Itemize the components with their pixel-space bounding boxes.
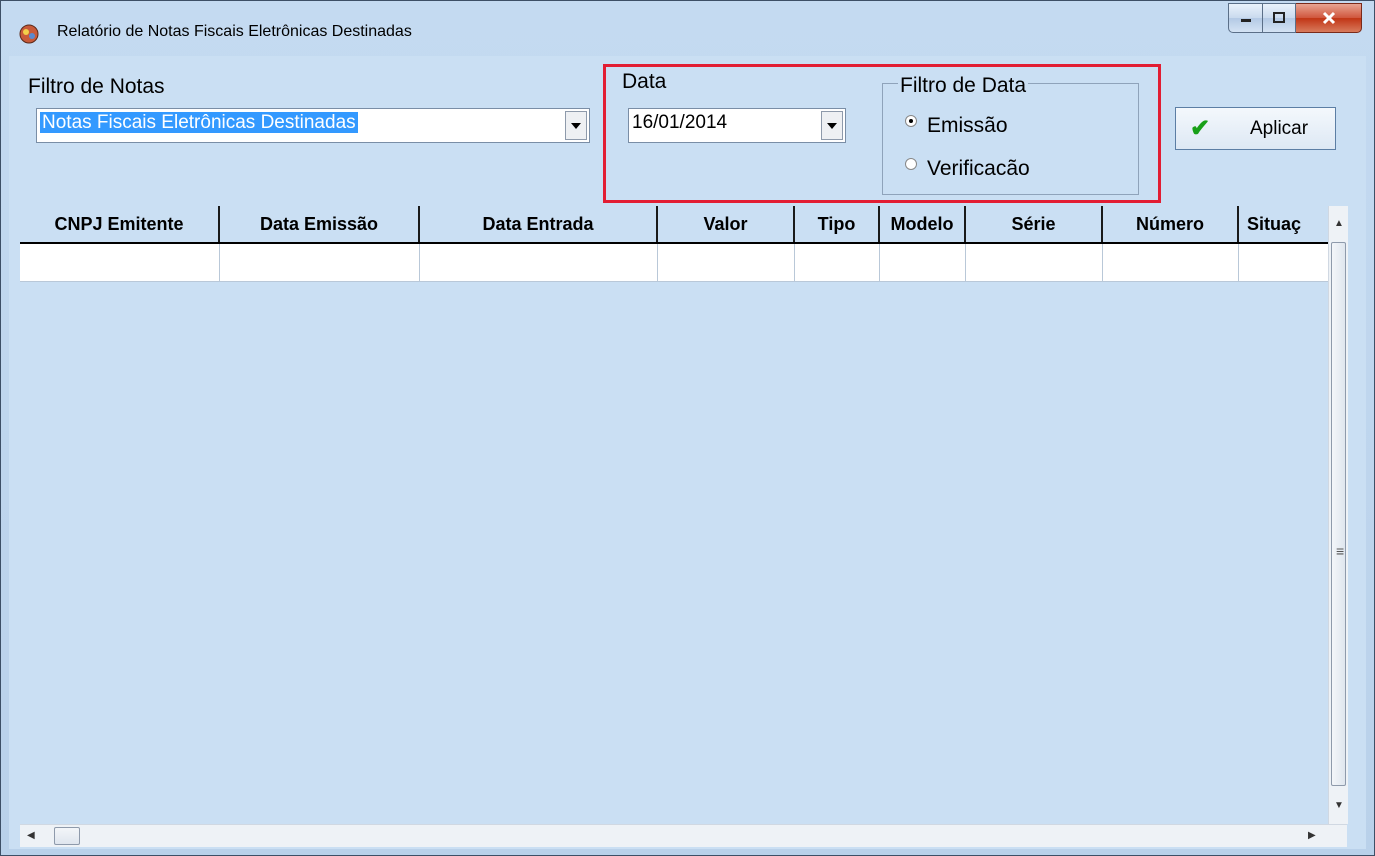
grid-header: CNPJ Emitente Data Emissão Data Entrada … bbox=[20, 206, 1328, 244]
minimize-button[interactable] bbox=[1228, 3, 1263, 33]
col-tipo[interactable]: Tipo bbox=[795, 206, 880, 242]
col-situacao[interactable]: Situaç bbox=[1239, 206, 1328, 242]
col-serie[interactable]: Série bbox=[966, 206, 1103, 242]
window-title: Relatório de Notas Fiscais Eletrônicas D… bbox=[57, 23, 412, 40]
filtro-data-title: Filtro de Data bbox=[898, 74, 1029, 98]
radio-selected-icon bbox=[905, 115, 917, 127]
radio-verificacao[interactable]: Verificacão bbox=[905, 157, 1030, 181]
filtro-notas-label: Filtro de Notas bbox=[28, 75, 165, 98]
app-icon bbox=[19, 24, 39, 44]
col-valor[interactable]: Valor bbox=[658, 206, 795, 242]
radio-emissao-label: Emissão bbox=[927, 114, 1008, 137]
vertical-scrollbar[interactable]: ▲ ≡ ▼ bbox=[1328, 206, 1348, 824]
data-value: 16/01/2014 bbox=[632, 112, 728, 133]
col-data-entrada[interactable]: Data Entrada bbox=[420, 206, 658, 242]
table-cell[interactable] bbox=[20, 244, 220, 281]
vertical-scroll-thumb[interactable]: ≡ bbox=[1331, 242, 1346, 786]
aplicar-label: Aplicar bbox=[1250, 117, 1309, 139]
minimize-icon bbox=[1240, 19, 1251, 22]
table-cell[interactable] bbox=[658, 244, 795, 281]
close-button[interactable] bbox=[1296, 3, 1362, 33]
table-cell[interactable] bbox=[420, 244, 658, 281]
data-label: Data bbox=[622, 70, 667, 93]
table-cell[interactable] bbox=[795, 244, 880, 281]
table-cell[interactable] bbox=[1239, 244, 1328, 281]
table-cell[interactable] bbox=[880, 244, 966, 281]
table-cell[interactable] bbox=[220, 244, 420, 281]
col-cnpj-emitente[interactable]: CNPJ Emitente bbox=[20, 206, 220, 242]
app-window: Relatório de Notas Fiscais Eletrônicas D… bbox=[0, 0, 1375, 856]
scroll-up-icon[interactable]: ▲ bbox=[1334, 218, 1344, 229]
scroll-left-icon[interactable]: ◀ bbox=[27, 830, 35, 841]
title-bar[interactable]: Relatório de Notas Fiscais Eletrônicas D… bbox=[1, 1, 1374, 56]
radio-unselected-icon bbox=[905, 158, 917, 170]
horizontal-scroll-thumb[interactable] bbox=[54, 827, 80, 845]
maximize-icon bbox=[1273, 12, 1285, 23]
chevron-down-icon bbox=[827, 122, 837, 129]
col-modelo[interactable]: Modelo bbox=[880, 206, 966, 242]
col-numero[interactable]: Número bbox=[1103, 206, 1239, 242]
chevron-down-icon bbox=[571, 122, 581, 129]
table-cell[interactable] bbox=[1103, 244, 1239, 281]
data-dropdown-button[interactable] bbox=[821, 111, 843, 140]
filtro-notas-combobox[interactable]: Notas Fiscais Eletrônicas Destinadas bbox=[36, 108, 590, 143]
maximize-button[interactable] bbox=[1263, 3, 1296, 33]
aplicar-button[interactable]: ✔ Aplicar bbox=[1175, 107, 1336, 150]
grip-icon: ≡ bbox=[1336, 543, 1345, 559]
radio-verificacao-label: Verificacão bbox=[927, 157, 1030, 180]
table-row[interactable] bbox=[20, 244, 1328, 282]
scroll-down-icon[interactable]: ▼ bbox=[1334, 800, 1344, 811]
radio-emissao[interactable]: Emissão bbox=[905, 114, 1008, 138]
scroll-right-icon[interactable]: ▶ bbox=[1308, 830, 1316, 841]
checkmark-icon: ✔ bbox=[1190, 115, 1211, 142]
close-icon bbox=[1322, 11, 1335, 25]
notas-grid[interactable]: CNPJ Emitente Data Emissão Data Entrada … bbox=[20, 206, 1359, 824]
col-data-emissao[interactable]: Data Emissão bbox=[220, 206, 420, 242]
filtro-notas-dropdown-button[interactable] bbox=[565, 111, 587, 140]
horizontal-scrollbar[interactable]: ◀ ▶ bbox=[20, 824, 1347, 847]
data-date-picker[interactable]: 16/01/2014 bbox=[628, 108, 846, 143]
client-area: Filtro de Notas Notas Fiscais Eletrônica… bbox=[9, 56, 1366, 849]
table-cell[interactable] bbox=[966, 244, 1103, 281]
filtro-notas-value: Notas Fiscais Eletrônicas Destinadas bbox=[40, 112, 358, 133]
